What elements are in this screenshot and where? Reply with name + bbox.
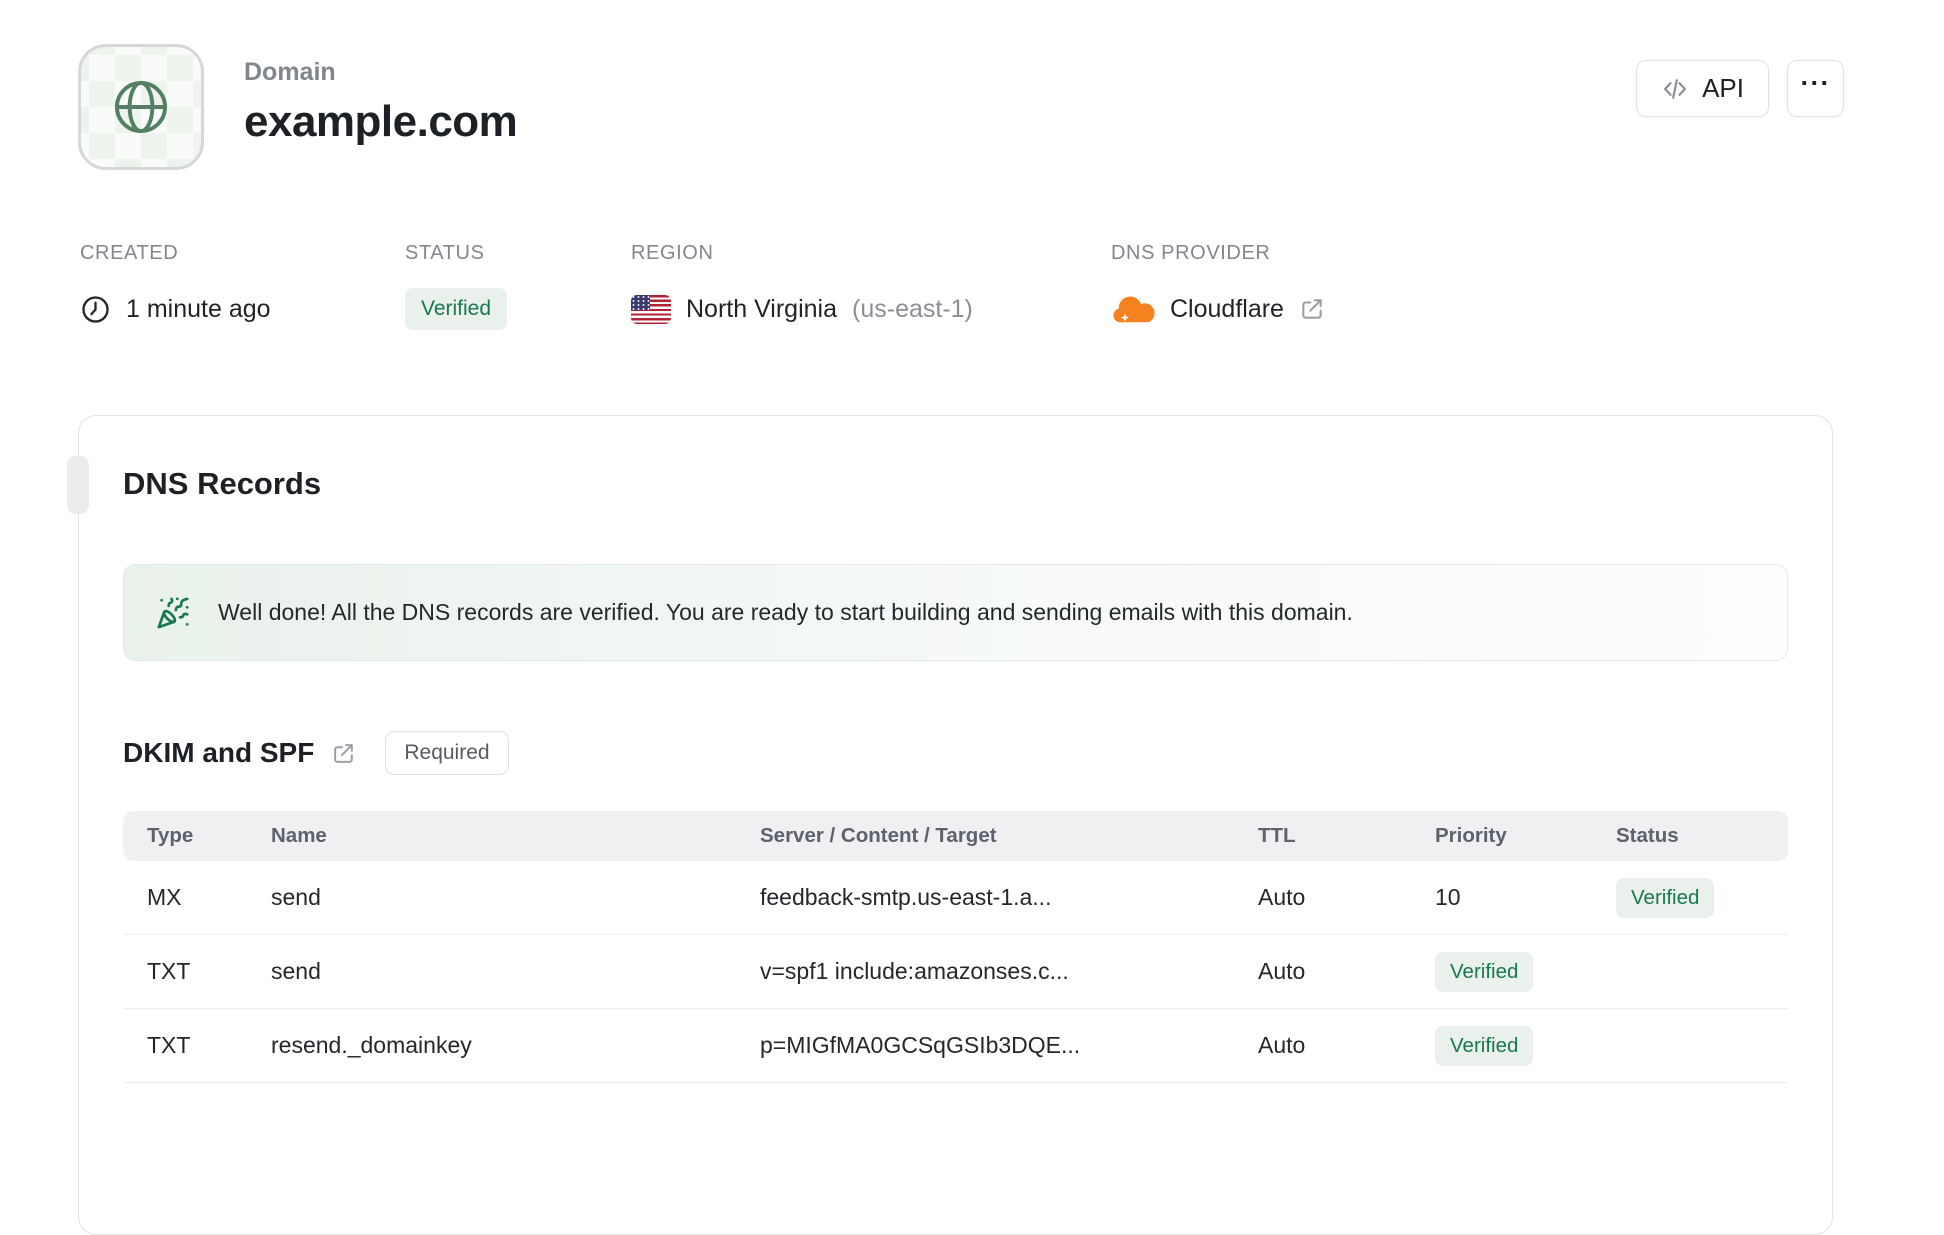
record-priority: 10 bbox=[1435, 884, 1461, 910]
record-type: MX bbox=[147, 884, 182, 910]
external-link-icon[interactable] bbox=[1299, 296, 1325, 322]
dns-records-card: DNS Records Well done! All the DNS recor… bbox=[67, 415, 1833, 1235]
table-row[interactable]: TXT resend._domainkey p=MIGfMA0GCSqGSIb3… bbox=[123, 1009, 1788, 1083]
region-name: North Virginia bbox=[686, 294, 838, 323]
record-type: TXT bbox=[147, 958, 191, 984]
region-label: REGION bbox=[631, 242, 714, 264]
record-ttl: Auto bbox=[1258, 958, 1306, 984]
dns-records-title: DNS Records bbox=[123, 466, 322, 501]
ellipsis-icon: ··· bbox=[1800, 68, 1831, 98]
status-label: STATUS bbox=[405, 242, 485, 264]
table-body: MX send feedback-smtp.us-east-1.a... Aut… bbox=[123, 861, 1788, 1083]
record-status-badge: Verified bbox=[1435, 1025, 1534, 1066]
dns-records-table: Type Name Server / Content / Target TTL … bbox=[123, 811, 1788, 1083]
record-content: feedback-smtp.us-east-1.a... bbox=[760, 884, 1052, 910]
domain-avatar bbox=[78, 44, 204, 170]
status-badge: Verified bbox=[405, 288, 508, 330]
table-row[interactable]: TXT send v=spf1 include:amazonses.c... A… bbox=[123, 935, 1788, 1009]
page-title: example.com bbox=[244, 97, 518, 146]
record-content: p=MIGfMA0GCSqGSIb3DQE... bbox=[760, 1032, 1081, 1058]
record-name: send bbox=[271, 884, 321, 910]
success-message: Well done! All the DNS records are verif… bbox=[218, 599, 1353, 625]
api-button-label: API bbox=[1702, 73, 1744, 103]
record-name: resend._domainkey bbox=[271, 1032, 472, 1058]
card-side-tab bbox=[67, 456, 89, 514]
region-code: (us-east-1) bbox=[852, 294, 973, 323]
record-name: send bbox=[271, 958, 321, 984]
record-content: v=spf1 include:amazonses.c... bbox=[760, 958, 1069, 984]
created-value: 1 minute ago bbox=[126, 294, 271, 323]
table-header: Type Name Server / Content / Target TTL … bbox=[123, 811, 1788, 861]
required-badge: Required bbox=[385, 731, 509, 775]
page-kind-label: Domain bbox=[244, 58, 336, 86]
clock-icon bbox=[80, 294, 111, 325]
more-options-button[interactable]: ··· bbox=[1787, 60, 1844, 117]
column-header-ttl: TTL bbox=[1258, 824, 1296, 847]
column-header-type: Type bbox=[147, 824, 194, 847]
external-link-icon[interactable] bbox=[331, 741, 356, 766]
table-row[interactable]: MX send feedback-smtp.us-east-1.a... Aut… bbox=[123, 861, 1788, 935]
success-banner: Well done! All the DNS records are verif… bbox=[123, 564, 1788, 661]
cloudflare-icon bbox=[1111, 294, 1155, 325]
column-header-status: Status bbox=[1616, 824, 1679, 847]
dns-provider-value: Cloudflare bbox=[1170, 294, 1284, 323]
record-ttl: Auto bbox=[1258, 1032, 1306, 1058]
page-header: Domain example.com API ··· bbox=[0, 0, 1944, 170]
api-button[interactable]: API bbox=[1636, 60, 1769, 117]
globe-icon bbox=[106, 72, 176, 142]
column-header-name: Name bbox=[271, 824, 327, 847]
record-status-badge: Verified bbox=[1616, 877, 1715, 918]
dns-provider-label: DNS PROVIDER bbox=[1111, 242, 1271, 264]
created-label: CREATED bbox=[80, 242, 179, 264]
record-type: TXT bbox=[147, 1032, 191, 1058]
column-header-priority: Priority bbox=[1435, 824, 1507, 847]
domain-meta: CREATED 1 minute ago STATUS Verified REG… bbox=[0, 242, 1944, 331]
party-popper-icon bbox=[156, 596, 190, 630]
column-header-content: Server / Content / Target bbox=[760, 824, 997, 847]
us-flag-icon bbox=[631, 294, 671, 324]
dkim-spf-title: DKIM and SPF bbox=[123, 737, 315, 768]
record-ttl: Auto bbox=[1258, 884, 1306, 910]
code-icon bbox=[1661, 75, 1689, 103]
record-status-badge: Verified bbox=[1435, 951, 1534, 992]
